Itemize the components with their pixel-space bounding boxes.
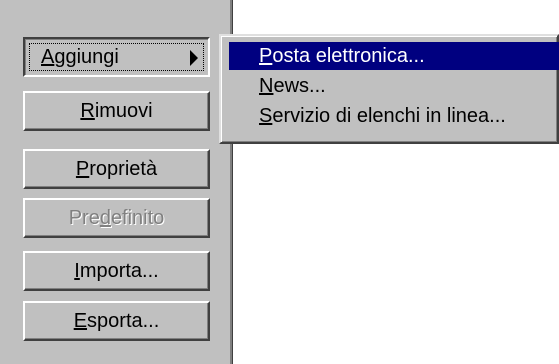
default-button-label: Predefinito <box>68 206 165 229</box>
export-button-label: Esporta... <box>73 309 160 332</box>
submenu-arrow-icon <box>190 50 198 66</box>
button-panel: Aggiungi Rimuovi Proprietà Predefinito I… <box>0 0 230 364</box>
remove-button[interactable]: Rimuovi <box>23 91 210 131</box>
focus-rectangle <box>29 43 204 71</box>
add-submenu: Posta elettronica... News... Servizio di… <box>219 34 559 144</box>
import-button-label: Importa... <box>74 259 159 282</box>
menu-item-directory-service[interactable]: Servizio di elenchi in linea... <box>229 102 559 130</box>
export-button[interactable]: Esporta... <box>23 301 210 341</box>
properties-button-label: Proprietà <box>75 157 158 180</box>
menu-item-news[interactable]: News... <box>229 72 559 100</box>
properties-button[interactable]: Proprietà <box>23 149 210 189</box>
import-button[interactable]: Importa... <box>23 251 210 291</box>
default-button: Predefinito <box>23 198 210 238</box>
menu-item-email[interactable]: Posta elettronica... <box>229 42 559 70</box>
remove-button-label: Rimuovi <box>80 99 153 122</box>
add-button[interactable]: Aggiungi <box>23 37 210 77</box>
